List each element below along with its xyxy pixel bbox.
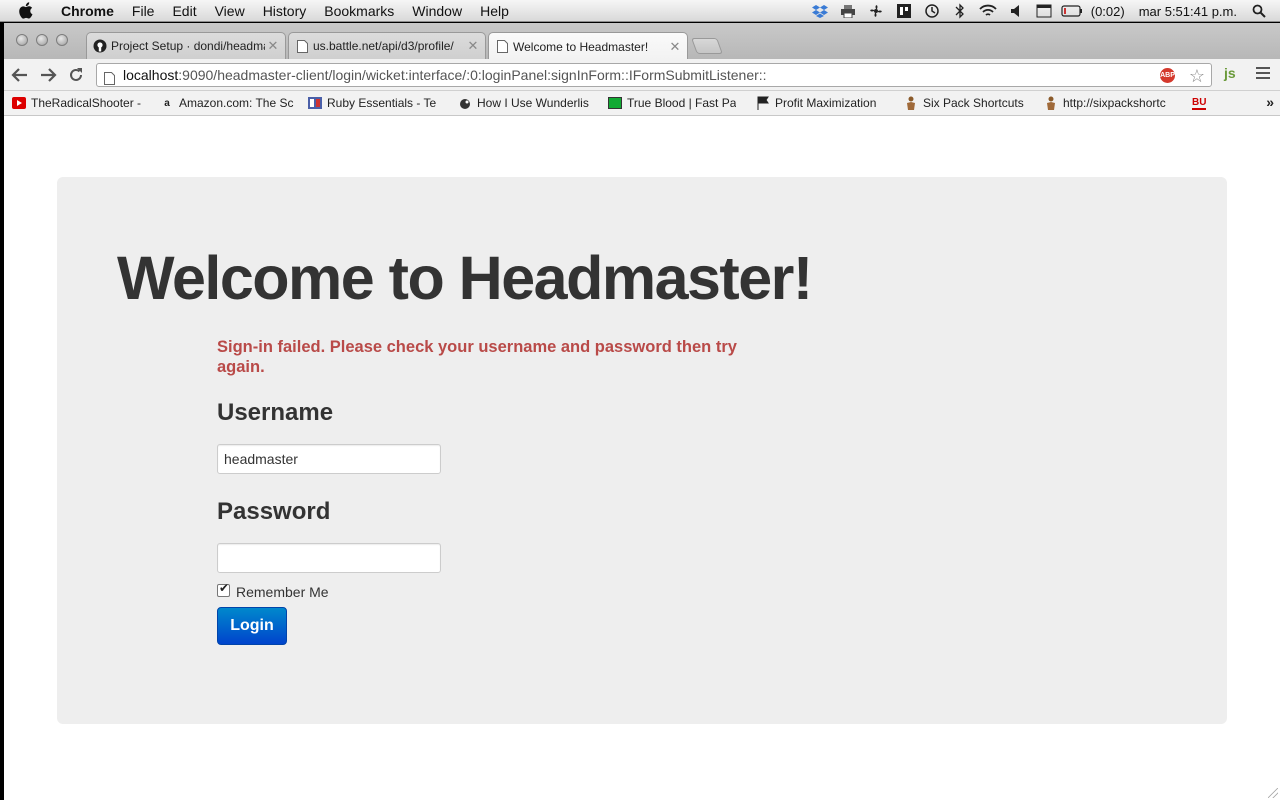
password-label: Password [217, 498, 331, 525]
tv-icon [608, 96, 622, 110]
apple-icon[interactable] [18, 2, 38, 19]
spotlight-search-icon[interactable] [1248, 0, 1270, 22]
bookmark-item[interactable]: TheRadicalShooter - [12, 93, 152, 113]
page-icon [495, 40, 509, 54]
new-tab-button[interactable] [691, 38, 723, 54]
close-window-button[interactable] [16, 34, 28, 46]
youtube-icon [12, 96, 26, 110]
menu-window[interactable]: Window [403, 0, 471, 22]
man-icon [1044, 96, 1058, 110]
address-bar[interactable]: localhost:9090/headmaster-client/login/w… [96, 63, 1212, 87]
close-tab-icon[interactable]: ✕ [265, 38, 281, 54]
back-button[interactable] [8, 63, 32, 87]
menubar-clock[interactable]: mar 5:51:41 p.m. [1134, 4, 1242, 19]
menu-edit[interactable]: Edit [163, 0, 205, 22]
tab-battle-net[interactable]: us.battle.net/api/d3/profile/ ✕ [288, 32, 486, 59]
tab-project-setup[interactable]: Project Setup · dondi/headmaster ✕ [86, 32, 286, 59]
signin-error-message: Sign-in failed. Please check your userna… [217, 338, 737, 376]
remember-me-checkbox[interactable] [217, 581, 230, 597]
menu-history[interactable]: History [254, 0, 316, 22]
remember-me-label: Remember Me [236, 584, 329, 600]
menu-bookmarks[interactable]: Bookmarks [315, 0, 403, 22]
battery-icon[interactable] [1061, 0, 1083, 22]
forward-button[interactable] [36, 63, 60, 87]
page-icon [104, 69, 115, 86]
chrome-window: Project Setup · dondi/headmaster ✕ us.ba… [4, 23, 1280, 800]
menu-view[interactable]: View [206, 0, 254, 22]
chrome-menu-icon[interactable] [1256, 67, 1270, 79]
dropbox-icon[interactable] [809, 0, 831, 22]
tab-title: us.battle.net/api/d3/profile/ [313, 39, 454, 53]
adblock-icon[interactable]: ABP [1160, 68, 1175, 83]
amazon-icon: a [164, 97, 170, 109]
fan-icon[interactable] [865, 0, 887, 22]
printer-icon[interactable] [837, 0, 859, 22]
reload-button[interactable] [64, 63, 88, 87]
bookmark-star-icon[interactable]: ☆ [1189, 65, 1205, 86]
minimize-window-button[interactable] [36, 34, 48, 46]
remember-me-row[interactable]: Remember Me [217, 581, 329, 600]
menu-chrome[interactable]: Chrome [52, 0, 123, 22]
hero-unit: Welcome to Headmaster! Sign-in failed. P… [57, 177, 1227, 724]
menubar-tray: (0:02) mar 5:51:41 p.m. [806, 0, 1280, 22]
bookmark-item[interactable]: Ruby Essentials - Te [308, 93, 450, 113]
bookmark-item[interactable]: Profit Maximization [756, 93, 896, 113]
wifi-icon[interactable] [977, 0, 999, 22]
volume-icon[interactable] [1005, 0, 1027, 22]
battery-time[interactable]: (0:02) [1086, 4, 1130, 19]
url-host: localhost [123, 67, 179, 83]
zoom-window-button[interactable] [56, 34, 68, 46]
resize-grip-icon[interactable] [1268, 788, 1278, 798]
tab-welcome-headmaster[interactable]: Welcome to Headmaster! ✕ [488, 32, 688, 60]
bookmark-item[interactable]: BU [1192, 93, 1218, 113]
mac-menubar: Chrome File Edit View History Bookmarks … [0, 0, 1280, 22]
bookmarks-bar: TheRadicalShooter - a Amazon.com: The Sc… [4, 91, 1280, 116]
bluetooth-icon[interactable] [949, 0, 971, 22]
bird-icon [458, 96, 472, 110]
app-tray-icon[interactable] [893, 0, 915, 22]
page-content: Welcome to Headmaster! Sign-in failed. P… [4, 117, 1280, 800]
tab-strip: Project Setup · dondi/headmaster ✕ us.ba… [4, 23, 1280, 60]
password-input[interactable] [217, 543, 441, 573]
url-rest: :9090/headmaster-client/login/wicket:int… [178, 67, 767, 83]
username-label: Username [217, 399, 334, 426]
tab-title: Project Setup · dondi/headmaster [111, 39, 265, 53]
menu-file[interactable]: File [123, 0, 164, 22]
man-icon [904, 96, 918, 110]
calendar-icon[interactable] [1033, 0, 1055, 22]
page-icon [295, 39, 309, 53]
bookmark-item[interactable]: True Blood | Fast Pa [608, 93, 748, 113]
menu-help[interactable]: Help [471, 0, 518, 22]
ruby-icon [308, 96, 322, 110]
bookmark-item[interactable]: How I Use Wunderlis [458, 93, 600, 113]
bookmark-item[interactable]: http://sixpackshortc [1044, 93, 1184, 113]
bookmarks-overflow-icon[interactable]: » [1266, 94, 1274, 110]
tab-title: Welcome to Headmaster! [513, 39, 649, 54]
page-title: Welcome to Headmaster! [117, 244, 813, 312]
login-button[interactable]: Login [217, 607, 287, 645]
browser-toolbar: localhost:9090/headmaster-client/login/w… [4, 59, 1280, 91]
login-form: Sign-in failed. Please check your userna… [217, 337, 777, 645]
username-input[interactable] [217, 444, 441, 474]
bu-icon: BU [1192, 96, 1207, 110]
bookmark-item[interactable]: a Amazon.com: The Sc [160, 93, 300, 113]
bookmark-item[interactable]: Six Pack Shortcuts [904, 93, 1036, 113]
close-tab-icon[interactable]: ✕ [465, 38, 481, 54]
flag-icon [756, 96, 770, 110]
close-tab-icon[interactable]: ✕ [667, 39, 683, 55]
time-machine-icon[interactable] [921, 0, 943, 22]
js-extension-icon[interactable]: js [1224, 65, 1236, 81]
github-icon [93, 39, 107, 53]
